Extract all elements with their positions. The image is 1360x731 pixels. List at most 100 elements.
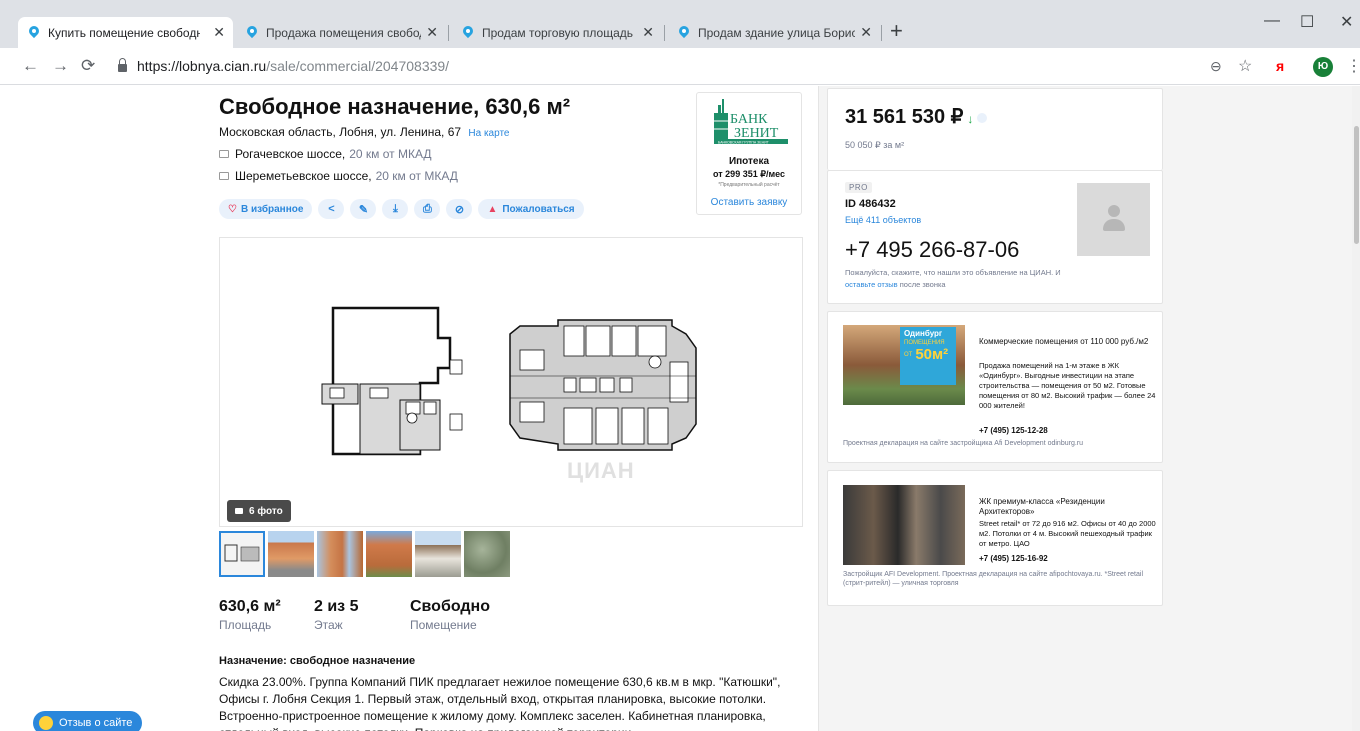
stat-value: 2 из 5 [314,598,359,615]
ad-1-badge-big: 50м² [915,346,949,363]
minimize-button[interactable]: — [1264,12,1280,30]
favorite-button[interactable]: ♡ В избранное [219,199,313,219]
reload-button[interactable]: ⟳ [81,56,95,76]
bookmark-star-icon[interactable]: ☆ [1238,56,1252,76]
tab-close-icon[interactable]: ✕ [860,24,872,41]
map-link[interactable]: На карте [468,128,509,139]
cian-favicon-icon [246,26,258,40]
back-button[interactable]: ← [22,56,39,76]
thumbnail-building-1[interactable] [268,531,314,577]
pro-badge: PRO [845,182,872,193]
ad-2-footer: Застройщик AFI Development. Проектная де… [843,571,1144,587]
agent-phone[interactable]: +7 495 266-87-06 [845,237,1019,263]
phone-note-text-end: после звонка [897,280,946,289]
scrollbar-thumb[interactable] [1354,126,1359,244]
stat-label: Площадь [219,618,272,632]
highway-name: Шереметьевское шоссе, [235,169,372,183]
tab-close-icon[interactable]: ✕ [426,24,438,41]
ad-1-brand: Одинбург [904,329,943,338]
key-stats: 630,6 м² Площадь 2 из 5 Этаж Свободно По… [219,598,490,632]
tab-title: Продам торговую площадь бул [482,25,637,40]
mortgage-rate: от 299 351 ₽/мес [713,169,785,179]
mortgage-note: *Предварительный расчёт [718,182,780,188]
agent-id: ID 486432 [845,198,896,210]
mortgage-label: Ипотека [728,156,770,167]
ad-1-phone[interactable]: +7 (495) 125-12-28 [979,426,1048,435]
stat-value: Свободно [410,598,490,615]
page-content: Свободное назначение, 630,6 м² Московска… [0,86,1360,731]
download-button[interactable]: ⤓ [382,199,409,219]
address-bar: ← → ⟳ https://lobnya.cian.ru/sale/commer… [0,48,1360,85]
zoom-icon[interactable]: ⊖ [1210,58,1222,75]
download-icon: ⤓ [393,202,398,215]
browser-tab-3[interactable]: Продам торговую площадь бул ✕ [452,17,662,48]
photo-count-badge[interactable]: 6 фото [227,500,291,522]
thumbnail-strip [219,531,510,577]
browser-tab-strip: Купить помещение свободного ✕ Продажа по… [0,0,1360,48]
site-feedback-button[interactable]: Отзыв о сайте [33,711,143,731]
browser-tab-4[interactable]: Продам здание улица Борисов ✕ [668,17,880,48]
url-host: https://lobnya.cian.ru [137,58,267,74]
page-title: Свободное назначение, 630,6 м² [219,94,571,119]
price-down-icon: ↓ [967,112,974,126]
tab-close-icon[interactable]: ✕ [213,24,225,41]
address: Московская область, Лобня, ул. Ленина, 6… [219,125,509,139]
phone-note-text: Пожалуйста, скажите, что нашли это объяв… [845,268,1061,277]
tab-separator [448,25,449,41]
close-window-button[interactable]: ✕ [1340,12,1353,32]
browser-tab-1[interactable]: Купить помещение свободного ✕ [18,17,233,48]
thumbnail-aerial[interactable] [464,531,510,577]
yandex-icon[interactable]: я [1276,58,1284,74]
column-divider [818,86,819,731]
stat-label: Этаж [314,618,343,632]
stat-floor: 2 из 5 Этаж [314,598,410,632]
profile-avatar[interactable]: Ю [1313,57,1333,77]
photo-count-label: 6 фото [249,505,283,517]
description-text: Скидка 23.00%. Группа Компаний ПИК предл… [219,675,781,731]
agent-more-link[interactable]: Ещё 411 объектов [845,215,921,225]
edit-button[interactable]: ✎ [350,199,377,219]
thumbnail-building-2[interactable] [317,531,363,577]
new-tab-button[interactable]: + [890,19,903,43]
hide-button[interactable]: ⊘ [446,199,473,219]
print-button[interactable]: ⎙ [414,199,441,219]
maximize-button[interactable]: ☐ [1300,12,1314,32]
bank-logo-word-1: БАНК [730,112,768,127]
smile-icon [39,716,53,730]
ad-1-badge: Одинбург ПОМЕЩЕНИЯ ОТ 50м² [900,327,956,385]
complain-label: Пожаловаться [502,203,575,215]
pencil-icon: ✎ [358,203,369,216]
url-field[interactable]: https://lobnya.cian.ru/sale/commercial/2… [108,52,1268,80]
menu-icon[interactable]: ⋮ [1346,56,1360,76]
thumbnail-entrance[interactable] [415,531,461,577]
price-value: 31 561 530 ₽ [845,106,964,128]
ad-1-badge-from: ОТ [904,351,913,358]
warning-icon: ▲ [487,203,498,215]
road-icon [219,172,229,180]
phone-note: Пожалуйста, скажите, что нашли это объяв… [845,267,1075,291]
tab-separator [664,25,665,41]
price-history-dropdown[interactable] [977,113,988,123]
share-button[interactable]: < [318,199,345,219]
feedback-label: Отзыв о сайте [59,717,133,729]
hide-icon: ⊘ [454,203,465,216]
cian-favicon-icon [678,26,690,40]
highway-item: Шереметьевское шоссе, 20 км от МКАД [219,169,458,183]
thumbnail-building-3[interactable] [366,531,412,577]
price: 31 561 530 ₽ ↓ [845,104,988,129]
complain-button[interactable]: ▲ Пожаловаться [478,199,584,219]
forward-button[interactable]: → [52,56,69,76]
ad-2-phone[interactable]: +7 (495) 125-16-92 [979,554,1048,563]
address-text: Московская область, Лобня, ул. Ленина, 6… [219,125,462,139]
browser-tab-2[interactable]: Продажа помещения свободно ✕ [236,17,446,48]
highway-name: Рогачевское шоссе, [235,147,346,161]
leave-review-link[interactable]: оставьте отзыв [845,280,898,289]
ad-2-title: ЖК премиум-класса «Резиденции Архитектор… [979,497,1105,516]
main-photo[interactable] [219,237,803,527]
mortgage-apply-link[interactable]: Оставить заявку [697,197,801,208]
cian-favicon-icon [462,26,474,40]
stat-area: 630,6 м² Площадь [219,598,314,632]
thumbnail-floorplan[interactable] [219,531,265,577]
highway-distance: 20 км от МКАД [375,169,458,183]
tab-close-icon[interactable]: ✕ [642,24,654,41]
